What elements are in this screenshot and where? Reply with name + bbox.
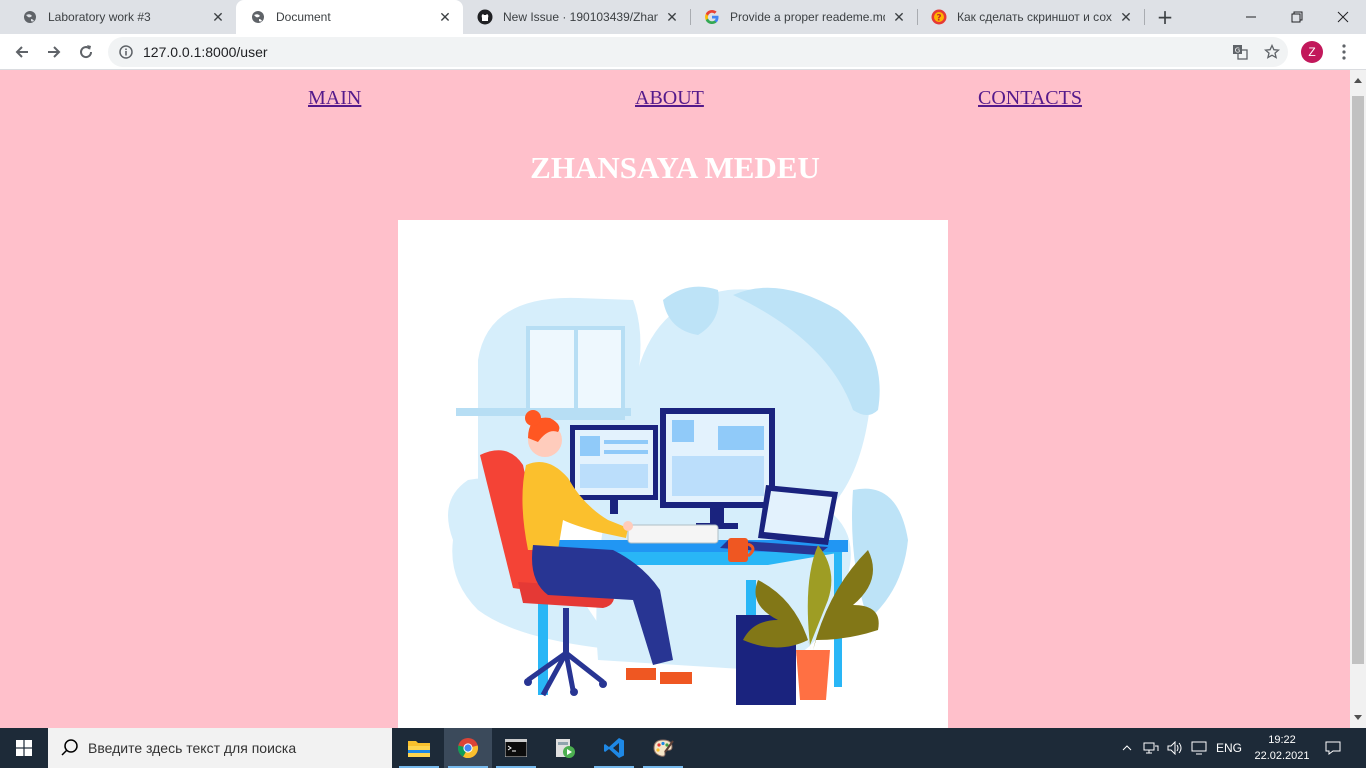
bookmark-star-icon[interactable] <box>1264 44 1280 60</box>
tab-new-issue[interactable]: New Issue · 190103439/Zhansa ✕ <box>463 0 690 34</box>
notifications-icon[interactable] <box>1318 728 1348 768</box>
page-viewport: MAIN ABOUT CONTACTS ZHANSAYA MEDEU <box>0 70 1350 728</box>
tab-title: Laboratory work #3 <box>48 10 151 24</box>
chrome-icon[interactable] <box>444 728 492 768</box>
windows-start-icon[interactable] <box>0 728 48 768</box>
network-icon[interactable] <box>1140 728 1162 768</box>
scroll-thumb[interactable] <box>1352 96 1364 664</box>
display-icon[interactable] <box>1188 728 1210 768</box>
terminal-icon[interactable] <box>492 728 540 768</box>
workspace-illustration <box>398 220 948 728</box>
paint-icon[interactable] <box>639 728 687 768</box>
taskbar-search-box[interactable]: Введите здесь текст для поиска <box>48 728 392 768</box>
tab-strip: Laboratory work #3 ✕ Document ✕ New Issu… <box>0 0 1366 34</box>
more-menu-icon[interactable] <box>1334 41 1354 63</box>
svg-text:G: G <box>1235 47 1240 55</box>
volume-icon[interactable] <box>1164 728 1186 768</box>
search-icon <box>61 739 78 756</box>
scroll-up-arrow-icon[interactable] <box>1350 72 1366 88</box>
clock-time: 19:22 <box>1268 734 1296 746</box>
minimize-icon[interactable] <box>1228 0 1274 34</box>
close-icon[interactable]: ✕ <box>1118 9 1134 25</box>
globe-icon <box>22 9 38 25</box>
scroll-down-arrow-icon[interactable] <box>1350 710 1366 726</box>
nav-link-main[interactable]: MAIN <box>308 87 361 110</box>
close-icon[interactable]: ✕ <box>664 9 680 25</box>
window-close-icon[interactable] <box>1320 0 1366 34</box>
close-icon[interactable]: ✕ <box>437 9 453 25</box>
nav-link-about[interactable]: ABOUT <box>635 87 704 110</box>
chevron-up-icon[interactable] <box>1117 728 1137 768</box>
tab-separator <box>1144 9 1145 25</box>
address-bar[interactable]: 127.0.0.1:8000/user G <box>108 37 1288 67</box>
tab-screenshot-howto[interactable]: ? Как сделать скриншот и сохр ✕ <box>917 0 1144 34</box>
google-icon <box>704 9 720 25</box>
profile-avatar[interactable]: Z <box>1301 41 1323 63</box>
tab-title: Как сделать скриншот и сохр <box>957 10 1112 24</box>
tab-title: Provide a proper reademe.md <box>730 10 885 24</box>
new-tab-plus-icon[interactable]: + <box>1153 5 1177 29</box>
question-icon: ? <box>931 9 947 25</box>
clock-date: 22.02.2021 <box>1254 750 1310 762</box>
media-app-icon[interactable] <box>541 728 589 768</box>
info-icon[interactable] <box>118 44 134 60</box>
restore-icon[interactable] <box>1274 0 1320 34</box>
url-text[interactable]: 127.0.0.1:8000/user <box>143 44 268 60</box>
windows-taskbar: Введите здесь текст для поиска ENG 19:22… <box>0 728 1366 768</box>
back-arrow-icon[interactable] <box>8 38 36 66</box>
tab-laboratory-work[interactable]: Laboratory work #3 ✕ <box>8 0 236 34</box>
page-title: ZHANSAYA MEDEU <box>530 150 820 185</box>
tab-document[interactable]: Document ✕ <box>236 0 463 34</box>
clock[interactable]: 19:22 22.02.2021 <box>1248 732 1316 764</box>
browser-toolbar: 127.0.0.1:8000/user G Z <box>0 34 1366 70</box>
github-icon <box>477 9 493 25</box>
right-leaf <box>852 488 908 620</box>
globe-icon <box>250 9 266 25</box>
svg-text:?: ? <box>936 14 941 24</box>
close-icon[interactable]: ✕ <box>210 9 226 25</box>
nav-link-contacts[interactable]: CONTACTS <box>978 87 1082 110</box>
close-icon[interactable]: ✕ <box>891 9 907 25</box>
tab-provide-readme[interactable]: Provide a proper reademe.md ✕ <box>690 0 917 34</box>
vertical-scrollbar[interactable] <box>1350 70 1366 728</box>
language-indicator[interactable]: ENG <box>1212 728 1246 768</box>
keyboard <box>627 524 719 544</box>
translate-icon[interactable]: G <box>1232 44 1248 60</box>
tab-title: Document <box>276 10 331 24</box>
search-placeholder: Введите здесь текст для поиска <box>88 740 297 756</box>
vscode-icon[interactable] <box>590 728 638 768</box>
tab-title: New Issue · 190103439/Zhansa <box>503 10 658 24</box>
reload-icon[interactable] <box>72 38 100 66</box>
forward-arrow-icon[interactable] <box>40 38 68 66</box>
file-explorer-icon[interactable] <box>395 728 443 768</box>
